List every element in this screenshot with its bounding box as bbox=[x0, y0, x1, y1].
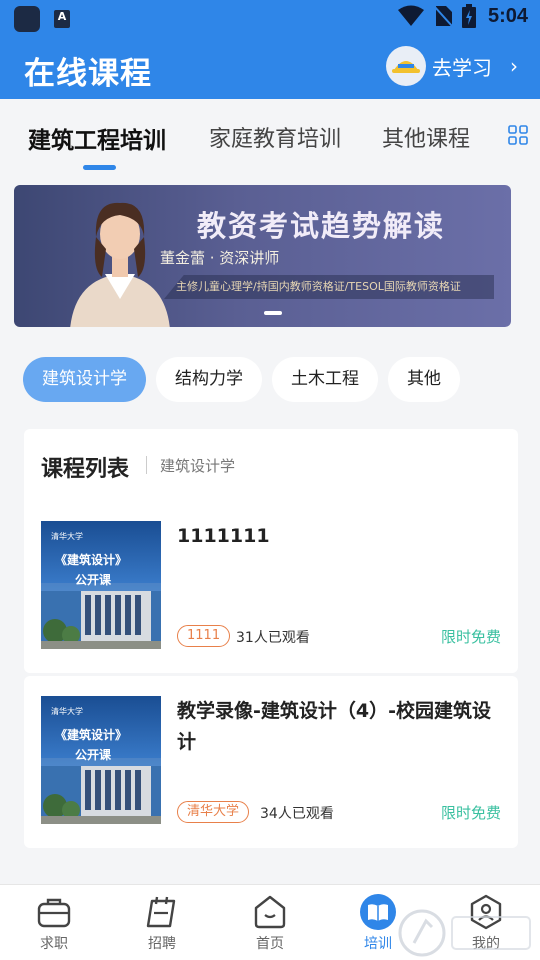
nav-recruitment[interactable]: 招聘 bbox=[122, 893, 202, 953]
subcategory-chips: 建筑设计学 结构力学 土木工程 其他 bbox=[23, 357, 460, 402]
thumbnail-text: 清华大学 bbox=[51, 532, 83, 541]
thumbnail-text: 公开课 bbox=[75, 748, 112, 762]
carousel-indicator bbox=[264, 311, 282, 315]
course-list-header: 课程列表 建筑设计学 bbox=[24, 429, 518, 501]
nav-label: 首页 bbox=[256, 936, 284, 952]
thumbnail-text: 公开课 bbox=[75, 573, 112, 587]
chip-structural-mechanics[interactable]: 结构力学 bbox=[156, 357, 262, 402]
nav-label: 求职 bbox=[40, 936, 68, 952]
notepad-icon bbox=[146, 896, 176, 928]
chip-architectural-design[interactable]: 建筑设计学 bbox=[23, 357, 146, 402]
nav-label: 培训 bbox=[364, 936, 392, 952]
nav-label: 我的 bbox=[472, 936, 500, 952]
nav-job-seeking[interactable]: 求职 bbox=[14, 893, 94, 953]
app-notification-icon bbox=[14, 6, 40, 32]
course-list-title: 课程列表 bbox=[41, 457, 130, 482]
course-thumbnail: 清华大学 《建筑设计》 公开课 bbox=[41, 696, 161, 824]
go-study-button[interactable]: 去学习 › bbox=[386, 46, 518, 86]
grid-menu-icon[interactable] bbox=[508, 125, 528, 145]
nav-home[interactable]: 首页 bbox=[230, 893, 310, 953]
chip-civil-engineering[interactable]: 土木工程 bbox=[272, 357, 378, 402]
course-thumbnail: 清华大学 《建筑设计》 公开课 bbox=[41, 521, 161, 649]
tab-construction-training[interactable]: 建筑工程培训 bbox=[28, 121, 166, 155]
promo-banner[interactable]: 教资考试趋势解读 董金蕾 · 资深讲师 主修儿童心理学/持国内教师资格证/TES… bbox=[14, 185, 511, 327]
chip-other[interactable]: 其他 bbox=[388, 357, 460, 402]
active-tab-indicator bbox=[83, 165, 116, 170]
nav-label: 招聘 bbox=[148, 936, 176, 952]
course-title: 教学录像-建筑设计（4）-校园建筑设计 bbox=[177, 700, 491, 753]
hardhat-avatar-icon bbox=[386, 46, 426, 86]
tab-family-education[interactable]: 家庭教育培训 bbox=[209, 121, 341, 153]
tab-other-courses[interactable]: 其他课程 bbox=[382, 121, 470, 153]
category-tabs: 建筑工程培训 家庭教育培训 其他课程 bbox=[0, 99, 540, 179]
view-count: 31人已观看 bbox=[236, 630, 310, 646]
profile-icon bbox=[470, 894, 502, 930]
nav-training[interactable]: 培训 bbox=[338, 893, 418, 953]
divider bbox=[146, 456, 147, 474]
no-sim-icon bbox=[433, 5, 453, 27]
page-title: 在线课程 bbox=[24, 56, 152, 92]
thumbnail-text: 《建筑设计》 bbox=[55, 553, 128, 567]
banner-lecturer-name: 董金蕾 · 资深讲师 bbox=[160, 249, 280, 267]
thumbnail-text: 《建筑设计》 bbox=[55, 728, 128, 742]
thumbnail-text: 清华大学 bbox=[51, 707, 83, 716]
book-icon bbox=[360, 894, 396, 930]
go-study-label: 去学习 bbox=[432, 55, 492, 80]
price-label: 限时免费 bbox=[440, 804, 501, 822]
view-count: 34人已观看 bbox=[260, 806, 334, 822]
top-header: A 5:04 在线课程 去学习 › bbox=[0, 0, 540, 99]
briefcase-icon bbox=[37, 898, 71, 928]
main-content: 建筑工程培训 家庭教育培训 其他课程 教资考试趋势解读 董金蕾 · 资深讲师 主… bbox=[0, 99, 540, 884]
price-label: 限时免费 bbox=[440, 628, 501, 646]
building-illustration bbox=[41, 583, 161, 649]
status-bar: A 5:04 bbox=[0, 0, 540, 36]
course-tag: 1111 bbox=[177, 625, 231, 647]
course-tag: 清华大学 bbox=[177, 801, 250, 823]
course-list-subtitle: 建筑设计学 bbox=[160, 457, 236, 475]
home-icon bbox=[254, 895, 286, 929]
battery-icon bbox=[461, 4, 476, 28]
course-title: 1111111 bbox=[177, 525, 270, 547]
banner-title: 教资考试趋势解读 bbox=[196, 209, 445, 243]
status-time: 5:04 bbox=[487, 4, 528, 27]
building-illustration bbox=[41, 758, 161, 824]
chevron-right-icon: › bbox=[510, 54, 518, 78]
wifi-icon bbox=[397, 5, 424, 26]
nav-profile[interactable]: 我的 bbox=[446, 893, 526, 953]
banner-qualifications: 主修儿童心理学/持国内教师资格证/TESOL国际教师资格证 bbox=[164, 275, 494, 299]
course-list-item[interactable]: 清华大学 《建筑设计》 公开课 教学录像-建筑设计（4）-校园建筑设计 清华大学… bbox=[24, 676, 518, 848]
keyboard-notification-icon: A bbox=[54, 10, 70, 28]
course-list-item[interactable]: 清华大学 《建筑设计》 公开课 1111111 1111 31人已观看 限时免费 bbox=[24, 501, 518, 673]
bottom-navigation: 求职 招聘 首页 培训 我的 bbox=[0, 884, 540, 960]
